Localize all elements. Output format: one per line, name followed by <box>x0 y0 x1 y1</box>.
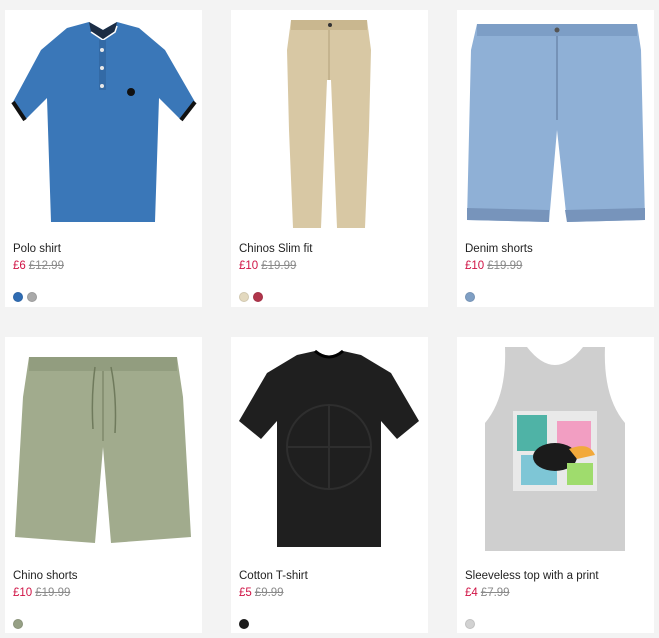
color-swatch[interactable] <box>13 292 23 302</box>
original-price: £7.99 <box>480 587 510 599</box>
product-price: £4 £7.99 <box>465 587 510 599</box>
color-swatch[interactable] <box>253 292 263 302</box>
original-price: £19.99 <box>261 260 297 272</box>
original-price: £9.99 <box>254 587 284 599</box>
color-swatch[interactable] <box>465 292 475 302</box>
original-price: £12.99 <box>28 260 64 272</box>
denim-shorts-image[interactable] <box>457 10 654 240</box>
original-price: £19.99 <box>35 587 71 599</box>
product-price: £10 £19.99 <box>13 587 70 599</box>
product-price: £6 £12.99 <box>13 260 64 272</box>
color-swatches <box>13 619 23 629</box>
color-swatch[interactable] <box>239 619 249 629</box>
product-card[interactable]: Sleeveless top with a print £4 £7.99 <box>457 337 654 633</box>
color-swatches <box>465 292 475 302</box>
sale-price: £4 <box>465 587 478 599</box>
color-swatches <box>13 292 37 302</box>
sale-price: £10 <box>13 587 33 599</box>
color-swatch[interactable] <box>465 619 475 629</box>
sale-price: £5 <box>239 587 252 599</box>
product-name[interactable]: Denim shorts <box>465 243 533 255</box>
polo-shirt-image[interactable] <box>5 10 202 240</box>
color-swatches <box>239 292 263 302</box>
sale-price: £6 <box>13 260 26 272</box>
color-swatch[interactable] <box>239 292 249 302</box>
product-card[interactable]: Cotton T-shirt £5 £9.99 <box>231 337 428 633</box>
sale-price: £10 <box>465 260 485 272</box>
color-swatches <box>239 619 249 629</box>
product-price: £10 £19.99 <box>239 260 296 272</box>
color-swatches <box>465 619 475 629</box>
product-name[interactable]: Cotton T-shirt <box>239 570 308 582</box>
color-swatch[interactable] <box>27 292 37 302</box>
sale-price: £10 <box>239 260 259 272</box>
product-price: £5 £9.99 <box>239 587 284 599</box>
product-name[interactable]: Polo shirt <box>13 243 61 255</box>
product-card[interactable]: Polo shirt £6 £12.99 <box>5 10 202 307</box>
cotton-tshirt-image[interactable] <box>231 337 428 567</box>
chino-shorts-image[interactable] <box>5 337 202 567</box>
product-price: £10 £19.99 <box>465 260 522 272</box>
product-name[interactable]: Chinos Slim fit <box>239 243 313 255</box>
product-card[interactable]: Chino shorts £10 £19.99 <box>5 337 202 633</box>
original-price: £19.99 <box>487 260 523 272</box>
product-name[interactable]: Sleeveless top with a print <box>465 570 599 582</box>
color-swatch[interactable] <box>13 619 23 629</box>
chinos-image[interactable] <box>231 10 428 240</box>
product-name[interactable]: Chino shorts <box>13 570 78 582</box>
product-card[interactable]: Chinos Slim fit £10 £19.99 <box>231 10 428 307</box>
sleeveless-top-image[interactable] <box>457 337 654 567</box>
product-card[interactable]: Denim shorts £10 £19.99 <box>457 10 654 307</box>
